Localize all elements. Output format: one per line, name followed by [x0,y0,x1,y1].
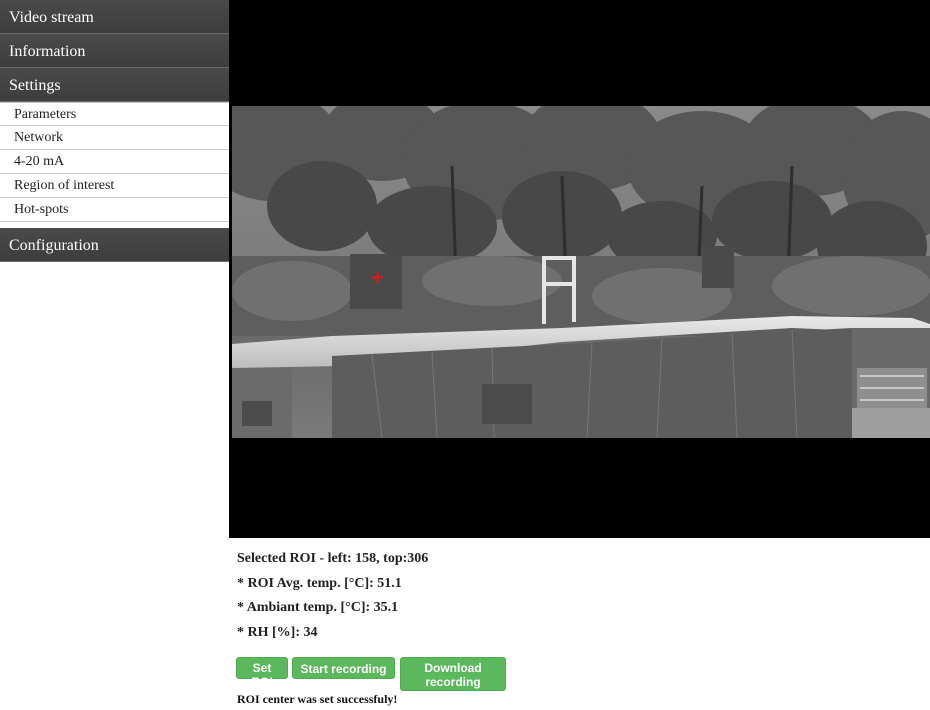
settings-submenu: Parameters Network 4-20 mA Region of int… [0,102,229,222]
nav-video-stream[interactable]: Video stream [0,0,229,34]
nav-configuration[interactable]: Configuration [0,228,229,262]
nav-item-hot-spots[interactable]: Hot-spots [0,198,229,222]
roi-avg-temp-text: * ROI Avg. temp. [°C]: 51.1 [237,575,402,591]
status-message: ROI center was set successfuly! [237,692,398,706]
video-stream-frame: + [229,0,930,538]
roi-marker-icon: + [370,267,386,288]
roi-readouts: Selected ROI - left: 158, top:306 * ROI … [237,548,428,646]
download-label-line2: recording [425,675,481,689]
thermal-scene [232,106,930,438]
relative-humidity-text: * RH [%]: 34 [237,624,318,640]
nav-item-4-20-ma[interactable]: 4-20 mA [0,150,229,174]
nav-item-region-of-interest[interactable]: Region of interest [0,174,229,198]
selected-roi-text: Selected ROI - left: 158, top:306 [237,551,429,566]
thermal-video-image[interactable]: + [232,106,930,438]
nav-item-parameters[interactable]: Parameters [0,102,229,126]
ambient-temp-text: * Ambiant temp. [°C]: 35.1 [237,600,399,615]
nav-settings[interactable]: Settings [0,68,229,102]
sidebar-nav: Video stream Information Settings Parame… [0,0,230,276]
start-recording-button[interactable]: Start recording [292,657,395,679]
download-recording-button[interactable]: Download recording [400,657,506,691]
nav-information[interactable]: Information [0,34,229,68]
nav-item-network[interactable]: Network [0,126,229,150]
set-roi-button[interactable]: Set ROI [236,657,288,689]
download-label-line1: Download [424,661,482,675]
